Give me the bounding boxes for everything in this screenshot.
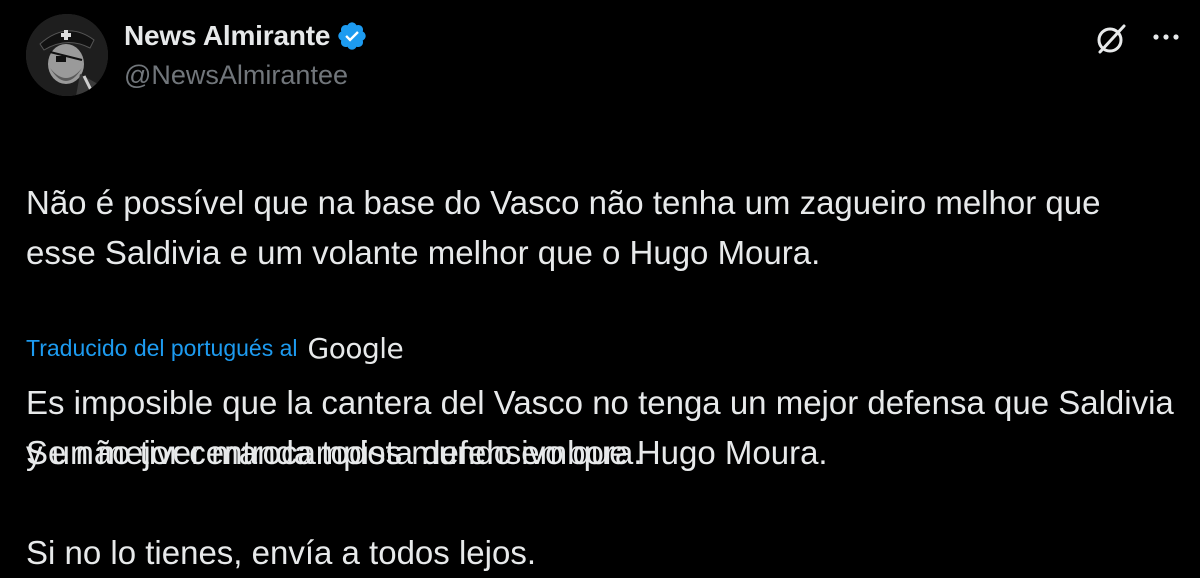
translated-text: Es imposible que la cantera del Vasco no…: [26, 378, 1176, 578]
author-name-row[interactable]: News Almirante: [124, 18, 368, 54]
translation-attribution[interactable]: Traducido del portugués al Google: [26, 330, 404, 366]
verified-badge-icon[interactable]: [336, 20, 368, 52]
tweet-card: News Almirante @NewsAlmirantee Não é pos…: [0, 0, 1200, 573]
avatar-pirate-image: [26, 14, 108, 96]
translation-label[interactable]: Traducido del portugués al: [26, 335, 298, 362]
post-paragraph-1: Não é possível que na base do Vasco não …: [26, 184, 1101, 271]
avatar[interactable]: [26, 14, 108, 96]
translated-paragraph-2: Si no lo tienes, envía a todos lejos.: [26, 534, 536, 571]
more-options-icon[interactable]: [1148, 22, 1184, 52]
translated-paragraph-1: Es imposible que la cantera del Vasco no…: [26, 384, 1174, 471]
grok-icon[interactable]: [1092, 20, 1130, 58]
author-display-name[interactable]: News Almirante: [124, 20, 330, 52]
google-logo: Google: [307, 331, 404, 365]
author-handle[interactable]: @NewsAlmirantee: [124, 60, 348, 91]
